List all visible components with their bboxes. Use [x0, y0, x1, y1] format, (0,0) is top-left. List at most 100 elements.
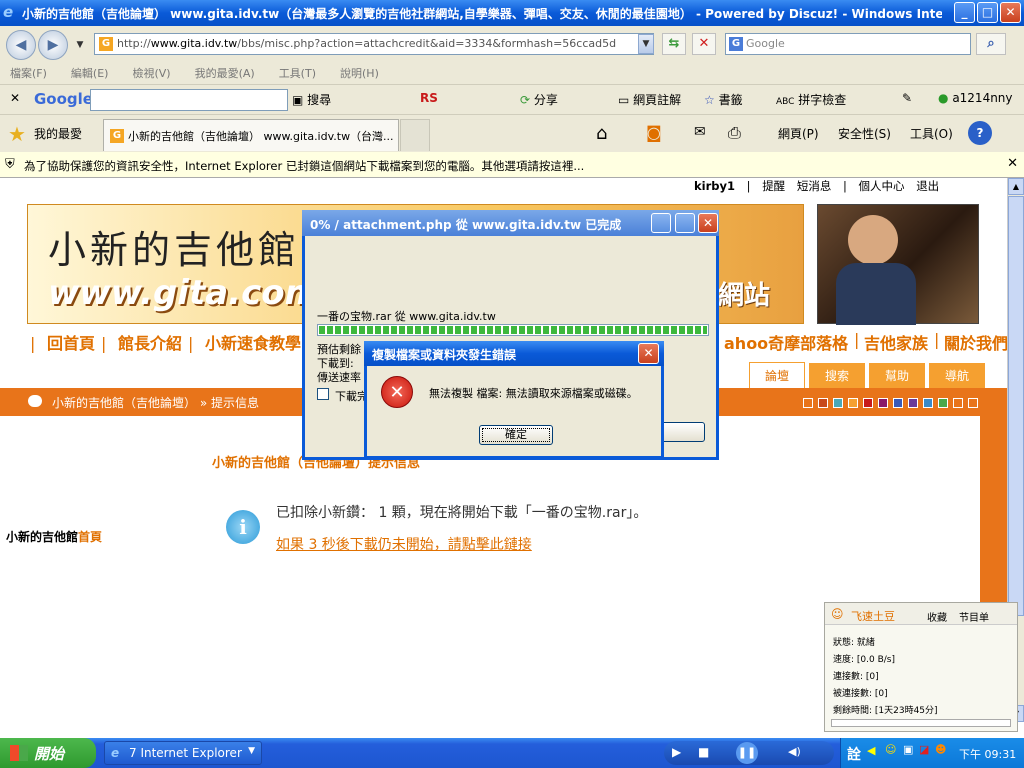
theme-swatch[interactable] — [833, 398, 843, 408]
theme-swatch[interactable] — [938, 398, 948, 408]
theme-swatch[interactable] — [848, 398, 858, 408]
tudou-inbound: 被連接數: [0] — [833, 689, 888, 699]
google-search-button[interactable]: ▣ 搜尋 — [292, 91, 331, 108]
history-dropdown[interactable]: ▼ — [72, 36, 88, 56]
messages-link[interactable]: 短消息 — [797, 179, 832, 193]
tab-help[interactable]: 幫助 — [869, 363, 925, 389]
menu-tools[interactable]: 工具(T) — [279, 64, 316, 84]
minimize-button[interactable]: _ — [954, 2, 975, 23]
forward-button[interactable]: ▶ — [38, 30, 68, 60]
download-close-button[interactable]: ✕ — [698, 213, 718, 233]
volume-icon[interactable]: ◀) — [788, 745, 801, 758]
share-button[interactable]: ⟳ 分享 — [520, 91, 558, 108]
info-bar-close-icon[interactable]: ✕ — [1007, 156, 1018, 171]
theme-swatch[interactable] — [908, 398, 918, 408]
tudou-tab-schedule[interactable]: 节目单 — [959, 609, 989, 624]
google-logo[interactable]: Google — [34, 90, 93, 108]
theme-swatch[interactable] — [878, 398, 888, 408]
username-link[interactable]: kirby1 — [694, 179, 735, 193]
help-icon[interactable]: ? — [968, 121, 992, 145]
page-menu[interactable]: 網頁(P) — [778, 125, 819, 142]
favorites-label[interactable]: 我的最愛 — [34, 125, 82, 142]
theme-swatch[interactable] — [818, 398, 828, 408]
nav-contact[interactable]: 關於我們 — [944, 330, 1007, 354]
safety-menu[interactable]: 安全性(S) — [838, 125, 891, 142]
star-icon: ☆ — [704, 93, 715, 107]
taskbar-ie-button[interactable]: e 7 Internet Explorer ▼ — [104, 741, 262, 765]
address-dropdown[interactable]: ▼ — [638, 34, 654, 54]
close-when-done-checkbox[interactable] — [317, 388, 329, 400]
tab-forum[interactable]: 論壇 — [749, 362, 805, 390]
print-icon[interactable]: ⎙ — [728, 123, 741, 143]
home-icon[interactable]: ⌂ — [596, 123, 607, 144]
ok-button[interactable]: 確定 — [479, 425, 553, 445]
wrench-icon[interactable]: ✎ — [902, 91, 912, 105]
logout-link[interactable]: 退出 — [916, 179, 939, 193]
theme-swatch[interactable] — [803, 398, 813, 408]
error-close-button[interactable]: ✕ — [638, 343, 659, 364]
menu-help[interactable]: 說明(H) — [340, 64, 379, 84]
breadcrumb[interactable]: 小新的吉他館（吉他論壇） » 提示信息 — [52, 394, 259, 411]
search-button[interactable]: ⌕ — [976, 33, 1006, 55]
address-bar[interactable]: G http://www.gita.idv.tw/bbs/misc.php?ac… — [94, 33, 654, 55]
menu-edit[interactable]: 編輯(E) — [71, 64, 109, 84]
ie-icon: e — [3, 3, 14, 21]
mail-icon[interactable]: ✉ — [694, 124, 706, 140]
nav-family[interactable]: 吉他家族 — [864, 330, 928, 354]
profile-link[interactable]: 個人中心 — [859, 179, 905, 193]
toolbar-close-icon[interactable]: ✕ — [10, 91, 20, 105]
theme-swatch[interactable] — [893, 398, 903, 408]
account-button[interactable]: ● a1214nny — [938, 91, 1013, 105]
theme-swatch[interactable] — [863, 398, 873, 408]
tab-search[interactable]: 搜索 — [809, 363, 865, 389]
theme-swatch[interactable] — [953, 398, 963, 408]
start-button[interactable]: 開始 — [0, 738, 96, 768]
tudou-tab-favorites[interactable]: 收藏 — [927, 609, 947, 624]
ime-icon[interactable]: 詮 — [847, 744, 861, 764]
refresh-button[interactable]: ⇆ — [662, 33, 686, 55]
theme-swatch[interactable] — [923, 398, 933, 408]
download-maximize-button[interactable] — [675, 213, 695, 233]
bookmarks-button[interactable]: ☆ 書籤 — [704, 91, 743, 108]
antivirus-icon[interactable]: ◪ — [919, 743, 929, 756]
nav-yahoo-blog[interactable]: ahoo奇摩部落格 — [724, 330, 848, 354]
stop-media-icon[interactable]: ■ — [698, 745, 709, 759]
network-icon[interactable]: ▣ — [903, 743, 913, 756]
scroll-up-icon[interactable]: ▲ — [1008, 178, 1024, 195]
menu-favorites[interactable]: 我的最愛(A) — [195, 64, 255, 84]
side-home-link[interactable]: 首頁 — [78, 530, 102, 544]
rss-button[interactable]: RS — [420, 91, 438, 105]
tab-active[interactable]: G 小新的吉他館（吉他論壇） www.gita.idv.tw（台灣... — [103, 119, 399, 151]
play-icon[interactable]: ▶ — [672, 745, 681, 759]
favorites-star-icon[interactable]: ★ — [8, 122, 26, 146]
arrow-icon[interactable]: ◀ — [867, 744, 875, 757]
nav-lessons[interactable]: 小新速食教學 — [205, 334, 301, 353]
maximize-button[interactable]: □ — [977, 2, 998, 23]
close-button[interactable]: ✕ — [1000, 2, 1021, 23]
theme-swatch[interactable] — [968, 398, 978, 408]
pause-icon[interactable]: ❚❚ — [736, 742, 758, 764]
stop-button[interactable]: ✕ — [692, 33, 716, 55]
spellcheck-button[interactable]: ABC 拼字檢查 — [776, 91, 846, 108]
error-dialog: 複製檔案或資料夾發生錯誤 ✕ ✕ 無法複製 檔案: 無法讀取來源檔案或磁碟。 確… — [364, 341, 664, 459]
tudou-tray-icon[interactable]: ☻ — [935, 743, 946, 756]
nav-home[interactable]: 回首頁 — [47, 334, 95, 353]
google-search-field[interactable] — [90, 89, 288, 111]
scroll-thumb[interactable] — [1008, 196, 1024, 616]
download-progress — [317, 324, 709, 336]
annotate-button[interactable]: ▭ 網頁註解 — [618, 91, 681, 108]
reminder-link[interactable]: 提醒 — [762, 179, 785, 193]
back-button[interactable]: ◀ — [6, 30, 36, 60]
download-link[interactable]: 如果 3 秒後下載仍未開始，請點擊此鏈接 — [276, 534, 532, 554]
tab-navigation[interactable]: 導航 — [929, 363, 985, 389]
new-tab-button[interactable] — [400, 119, 430, 151]
download-minimize-button[interactable] — [651, 213, 671, 233]
nav-about[interactable]: 館長介紹 — [118, 334, 182, 353]
search-input[interactable]: G Google — [725, 33, 971, 55]
smiley-icon[interactable]: ☺ — [885, 743, 896, 756]
tools-menu[interactable]: 工具(O) — [910, 125, 953, 142]
menu-view[interactable]: 檢視(V) — [132, 64, 170, 84]
info-bar[interactable]: ⛨ 為了協助保護您的資訊安全性，Internet Explorer 已封鎖這個網… — [0, 152, 1024, 178]
feeds-icon[interactable]: ◙ — [646, 123, 662, 142]
menu-file[interactable]: 檔案(F) — [10, 64, 47, 84]
